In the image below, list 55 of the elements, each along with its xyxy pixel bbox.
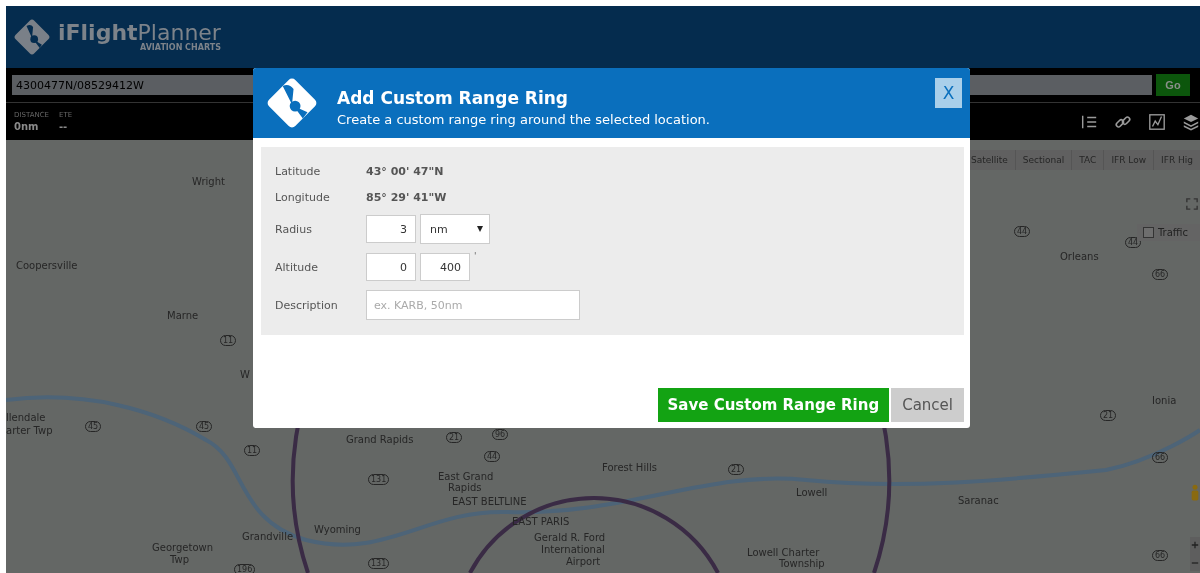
place-label: Gerald R. Ford — [534, 532, 606, 543]
place-label: Georgetown — [152, 542, 213, 553]
place-label: Grandville — [242, 531, 294, 542]
chart-icon[interactable] — [1148, 112, 1166, 131]
coordinate-value: 85° 29' 41"W — [366, 190, 447, 204]
dialog-subtitle: Create a custom range ring around the selected location. — [337, 111, 710, 127]
place-label: East Grand — [438, 471, 494, 482]
place-label: Ionia — [1152, 395, 1177, 406]
place-label: Airport — [566, 556, 601, 567]
field-label: Altitude — [275, 260, 319, 274]
cancel-button[interactable]: Cancel — [891, 388, 964, 422]
feet-unit: ' — [474, 251, 477, 261]
traffic-checkbox[interactable] — [1142, 227, 1154, 238]
place-label: Wyoming — [314, 524, 361, 535]
unit-dropdown[interactable]: nm — [420, 214, 490, 244]
field-label: Latitude — [275, 164, 322, 178]
altitude-max-field[interactable]: 400 — [420, 253, 470, 281]
place-label: Rapids — [448, 482, 482, 493]
place-label: Saranac — [958, 495, 999, 506]
place-label: Grand Rapids — [346, 434, 414, 445]
go-button[interactable]: Go — [1156, 74, 1190, 96]
stat-value: -- — [58, 121, 69, 132]
place-label: International — [541, 544, 605, 555]
field-label: Longitude — [275, 190, 331, 204]
save-button[interactable]: Save Custom Range Ring — [657, 388, 890, 422]
place-label: Wright — [192, 176, 225, 187]
close-button[interactable]: X — [935, 78, 962, 108]
description-field[interactable]: ex. KARB, 50nm — [366, 290, 580, 320]
place-label: llendale — [6, 412, 46, 423]
stat-value: 0nm — [14, 121, 40, 132]
place-label: Coopersville — [16, 260, 78, 271]
place-label: Lowell Charter — [747, 547, 820, 558]
place-label: Orleans — [1060, 251, 1099, 262]
field-label: Description — [275, 298, 339, 312]
place-label: W — [240, 369, 250, 380]
altitude-min-field[interactable]: 0 — [366, 253, 416, 281]
place-label: arter Twp — [6, 425, 53, 436]
place-label: Marne — [167, 310, 199, 321]
brand-name: iFlightPlanner — [58, 22, 221, 44]
traffic-label: Traffic — [1157, 227, 1188, 238]
place-label: Township — [779, 558, 825, 569]
brand-tagline: AVIATION CHARTS — [140, 44, 221, 52]
fullscreen-icon[interactable] — [1186, 198, 1198, 210]
caret-icon — [477, 226, 483, 232]
place-label: Twp — [170, 554, 189, 565]
radius-field[interactable]: 3 — [366, 215, 416, 243]
dialog-title: Add Custom Range Ring — [337, 87, 570, 108]
field-label: Radius — [275, 222, 313, 236]
zoom-out-icon[interactable] — [1191, 559, 1199, 567]
layers-icon[interactable] — [1182, 112, 1200, 131]
coordinate-value: 43° 00' 47"N — [366, 164, 444, 178]
zoom-in-icon[interactable] — [1191, 541, 1199, 549]
place-label: EAST BELTLINE — [452, 496, 527, 507]
place-label: Lowell — [796, 487, 828, 498]
place-label: Forest Hills — [602, 462, 657, 473]
